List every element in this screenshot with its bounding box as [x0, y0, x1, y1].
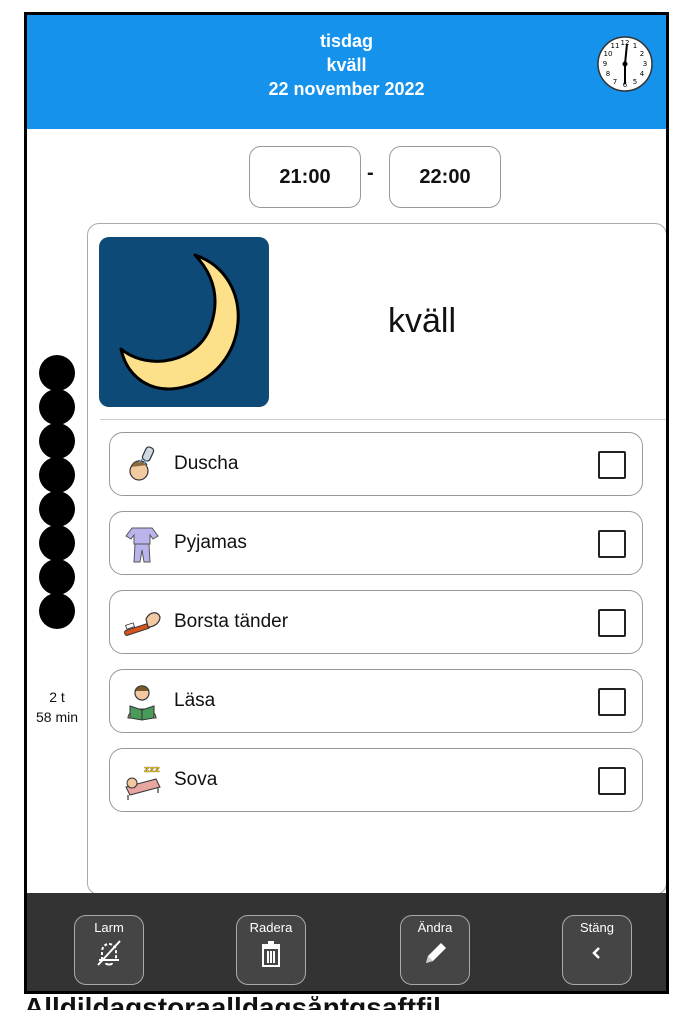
- sleeping-icon: zzz: [125, 765, 161, 800]
- svg-text:2: 2: [640, 50, 644, 58]
- time-range: 21:00 - 22:00: [27, 146, 666, 208]
- footer-caption: Alldildagstoraalldagsåntgsaftfil: [24, 996, 674, 1010]
- time-remaining-dots: [39, 355, 79, 629]
- end-time-field[interactable]: 22:00: [389, 146, 501, 208]
- svg-text:1: 1: [633, 42, 637, 50]
- step-checkbox[interactable]: [598, 688, 626, 716]
- edit-button[interactable]: Ändra: [400, 915, 470, 985]
- moon-icon: [119, 253, 240, 391]
- bottom-toolbar: Larm Radera Ändra Stäng: [27, 893, 666, 991]
- svg-text:7: 7: [613, 78, 617, 86]
- svg-text:5: 5: [633, 78, 637, 86]
- step-label: Borsta tänder: [174, 611, 289, 632]
- start-time-field[interactable]: 21:00: [249, 146, 361, 208]
- step-item[interactable]: Duscha: [109, 432, 643, 496]
- header-period: kväll: [326, 55, 367, 75]
- shower-icon: [129, 446, 155, 481]
- header-date: 22 november 2022: [268, 79, 425, 99]
- svg-text:4: 4: [640, 70, 645, 78]
- svg-text:12: 12: [621, 39, 630, 47]
- time-dot: [39, 457, 75, 493]
- alarm-button[interactable]: Larm: [74, 915, 144, 985]
- toothbrush-icon: [124, 612, 161, 636]
- pencil-icon: [426, 943, 446, 963]
- time-dot: [39, 525, 75, 561]
- svg-text:8: 8: [606, 70, 610, 78]
- remaining-hours: 2 t: [49, 689, 65, 705]
- trash-icon: [262, 941, 280, 967]
- delete-button-label: Radera: [249, 920, 293, 935]
- step-checkbox[interactable]: [598, 609, 626, 637]
- header: tisdag kväll 22 november 2022 12 1 2 345 6…: [27, 15, 666, 129]
- alarm-button-label: Larm: [94, 920, 124, 935]
- time-dot: [39, 355, 75, 391]
- step-checkbox[interactable]: [598, 530, 626, 558]
- step-label: Läsa: [174, 690, 216, 711]
- svg-text:11: 11: [611, 42, 620, 50]
- time-dot: [39, 559, 75, 595]
- step-label: Duscha: [174, 453, 239, 474]
- time-dot: [39, 389, 75, 425]
- time-dot: [39, 593, 75, 629]
- time-separator: -: [367, 162, 374, 184]
- reading-icon: [127, 685, 157, 721]
- app-frame: tisdag kväll 22 november 2022 12 1 2 345 6…: [24, 12, 669, 994]
- time-dot: [39, 491, 75, 527]
- chevron-left-icon: [592, 947, 600, 959]
- close-button-label: Stäng: [580, 920, 614, 935]
- step-checkbox[interactable]: [598, 451, 626, 479]
- step-label: Sova: [174, 769, 218, 790]
- activity-title: kväll: [388, 302, 457, 340]
- time-dot: [39, 423, 75, 459]
- footer-caption-text: Alldildagstoraalldagsåntgsaftfil: [24, 996, 674, 1010]
- activity-image[interactable]: [99, 237, 269, 407]
- edit-button-label: Ändra: [417, 920, 453, 935]
- pajamas-icon: [125, 527, 159, 563]
- step-item[interactable]: Pyjamas: [109, 511, 643, 575]
- step-item[interactable]: Läsa: [109, 669, 643, 733]
- remaining-minutes: 58 min: [35, 709, 79, 725]
- svg-text:zzz: zzz: [144, 765, 160, 775]
- activity-card: kväll Duscha Pyjamas Borsta tänder Läsa …: [87, 223, 666, 895]
- delete-button[interactable]: Radera: [236, 915, 306, 985]
- clock-icon: 12 12 345 678 91011: [597, 36, 653, 92]
- header-day: tisdag: [319, 31, 373, 51]
- svg-text:9: 9: [603, 60, 607, 68]
- alarm-off-icon: [97, 940, 121, 966]
- svg-text:3: 3: [643, 60, 647, 68]
- step-item[interactable]: Borsta tänder: [109, 590, 643, 654]
- step-checkbox[interactable]: [598, 767, 626, 795]
- step-item[interactable]: zzz Sova: [109, 748, 643, 812]
- svg-text:10: 10: [604, 50, 613, 58]
- card-divider: [100, 419, 666, 420]
- time-remaining-label: 2 t 58 min: [27, 687, 87, 727]
- step-label: Pyjamas: [174, 532, 247, 553]
- close-button[interactable]: Stäng: [562, 915, 632, 985]
